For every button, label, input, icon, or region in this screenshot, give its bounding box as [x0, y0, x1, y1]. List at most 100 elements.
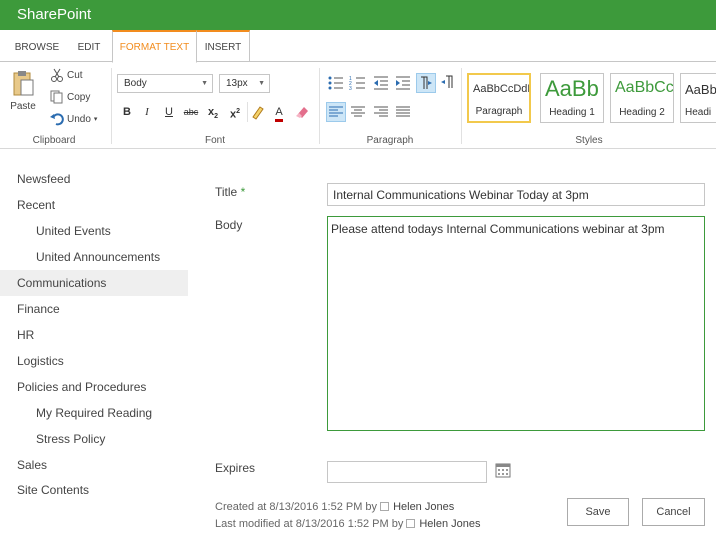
- tab-browse[interactable]: BROWSE: [8, 30, 66, 62]
- suite-bar: SharePoint: [0, 0, 716, 30]
- undo-label: Undo: [67, 113, 91, 125]
- highlight-button[interactable]: [247, 102, 267, 122]
- style-paragraph[interactable]: AaBbCcDdE Paragraph: [467, 73, 531, 123]
- title-label-text: Title: [215, 185, 238, 199]
- paste-icon: [13, 71, 34, 96]
- brand-title[interactable]: SharePoint: [17, 6, 91, 23]
- clear-format-button[interactable]: [292, 102, 312, 122]
- style-sample: AaBbCc: [615, 79, 674, 96]
- paragraph-group-label: Paragraph: [366, 135, 414, 146]
- nav-item-logistics[interactable]: Logistics: [0, 348, 188, 374]
- nav-item-stress-policy[interactable]: Stress Policy: [0, 426, 188, 452]
- style-sample: AaBb: [545, 76, 599, 101]
- strikethrough-button[interactable]: abc: [181, 102, 201, 122]
- cut-icon: [51, 68, 63, 82]
- numbering-icon: 123: [349, 76, 365, 92]
- cut-button[interactable]: Cut: [50, 68, 83, 82]
- ltr-button[interactable]: [416, 73, 436, 93]
- highlighter-icon: [251, 106, 264, 120]
- styles-group-label: Styles: [575, 135, 603, 146]
- font-style-select[interactable]: Body ▼: [117, 74, 213, 93]
- font-size-value: 13px: [226, 78, 248, 89]
- increase-indent-icon: [396, 76, 410, 90]
- align-center-button[interactable]: [348, 102, 368, 122]
- justify-button[interactable]: [393, 102, 413, 122]
- copy-button[interactable]: Copy: [50, 90, 90, 104]
- nav-item-policies-and-procedures[interactable]: Policies and Procedures: [0, 374, 188, 400]
- modified-text: Last modified at 8/13/2016 1:52 PM by: [215, 518, 404, 530]
- paste-label: Paste: [10, 101, 36, 112]
- cancel-button[interactable]: Cancel: [642, 498, 705, 526]
- expires-date-input[interactable]: [327, 461, 487, 483]
- decrease-indent-icon: [374, 76, 388, 90]
- ribbon: Paste Cut Copy Undo ▾ Clipboard Body ▼ 1…: [0, 62, 716, 149]
- tab-format-text[interactable]: FORMAT TEXT: [112, 30, 197, 63]
- font-group-label: Font: [204, 135, 225, 146]
- copy-icon: [50, 90, 63, 104]
- right-to-left-icon: [441, 75, 453, 88]
- title-input[interactable]: [327, 183, 705, 206]
- numbering-button[interactable]: 123: [348, 73, 368, 93]
- style-heading-3[interactable]: AaBb Headi: [680, 73, 716, 123]
- decrease-indent-button[interactable]: [371, 73, 391, 93]
- ribbon-tabs: BROWSE EDIT FORMAT TEXT INSERT: [0, 30, 716, 63]
- bold-button[interactable]: B: [117, 102, 137, 122]
- font-size-select[interactable]: 13px ▼: [219, 74, 270, 93]
- undo-button[interactable]: Undo ▾: [50, 112, 97, 126]
- nav-item-site-contents[interactable]: Site Contents: [0, 477, 188, 503]
- bullets-button[interactable]: [326, 73, 346, 93]
- align-left-button[interactable]: [326, 102, 346, 122]
- clear-format-icon: [296, 107, 308, 118]
- undo-dropdown-icon[interactable]: ▾: [94, 115, 98, 123]
- clipboard-group-label: Clipboard: [32, 135, 76, 146]
- nav-item-united-announcements[interactable]: United Announcements: [0, 244, 188, 270]
- rtl-button[interactable]: [438, 73, 458, 93]
- style-heading-1[interactable]: AaBb Heading 1: [540, 73, 604, 123]
- align-right-button[interactable]: [371, 102, 391, 122]
- presence-icon: [406, 519, 416, 528]
- chevron-down-icon: ▼: [201, 80, 208, 87]
- nav-item-newsfeed[interactable]: Newsfeed: [0, 166, 188, 192]
- required-marker: *: [240, 185, 246, 199]
- cut-label: Cut: [67, 69, 83, 81]
- style-name: Paragraph: [475, 106, 523, 117]
- tab-insert[interactable]: INSERT: [196, 30, 250, 62]
- title-label: Title *: [215, 185, 245, 199]
- ribbon-divider: [461, 68, 462, 144]
- created-info: Created at 8/13/2016 1:52 PM by Helen Jon…: [215, 501, 454, 513]
- nav-item-united-events[interactable]: United Events: [0, 218, 188, 244]
- align-center-icon: [351, 106, 365, 117]
- nav-item-recent[interactable]: Recent: [0, 192, 188, 218]
- font-color-icon: A: [275, 105, 283, 122]
- nav-item-finance[interactable]: Finance: [0, 296, 188, 322]
- subscript-button[interactable]: x2: [203, 102, 223, 122]
- presence-icon: [380, 502, 390, 511]
- body-label: Body: [215, 218, 243, 232]
- calendar-icon[interactable]: [495, 462, 511, 478]
- created-by-user[interactable]: Helen Jones: [393, 501, 454, 513]
- nav-item-my-required-reading[interactable]: My Required Reading: [0, 400, 188, 426]
- style-name: Heading 1: [549, 107, 595, 118]
- increase-indent-button[interactable]: [393, 73, 413, 93]
- paste-button[interactable]: Paste: [8, 70, 38, 112]
- font-color-button[interactable]: A: [269, 102, 289, 122]
- body-editor[interactable]: Please attend todays Internal Communicat…: [327, 216, 705, 431]
- nav-item-communications[interactable]: Communications: [0, 270, 188, 296]
- save-button[interactable]: Save: [567, 498, 629, 526]
- underline-button[interactable]: U: [159, 102, 179, 122]
- nav-item-hr[interactable]: HR: [0, 322, 188, 348]
- style-heading-2[interactable]: AaBbCc Heading 2: [610, 73, 674, 123]
- body-text: Please attend todays Internal Communicat…: [331, 222, 665, 236]
- modified-by-user[interactable]: Helen Jones: [419, 518, 480, 530]
- align-right-icon: [374, 106, 388, 117]
- modified-info: Last modified at 8/13/2016 1:52 PM by Hel…: [215, 518, 481, 530]
- chevron-down-icon: ▼: [258, 80, 265, 87]
- justify-icon: [396, 106, 410, 117]
- nav-item-sales[interactable]: Sales: [0, 452, 188, 478]
- copy-label: Copy: [67, 91, 91, 103]
- style-sample: AaBb: [685, 82, 716, 97]
- expires-label: Expires: [215, 461, 256, 475]
- tab-edit[interactable]: EDIT: [66, 30, 112, 62]
- superscript-button[interactable]: x2: [225, 102, 245, 122]
- italic-button[interactable]: I: [137, 102, 157, 122]
